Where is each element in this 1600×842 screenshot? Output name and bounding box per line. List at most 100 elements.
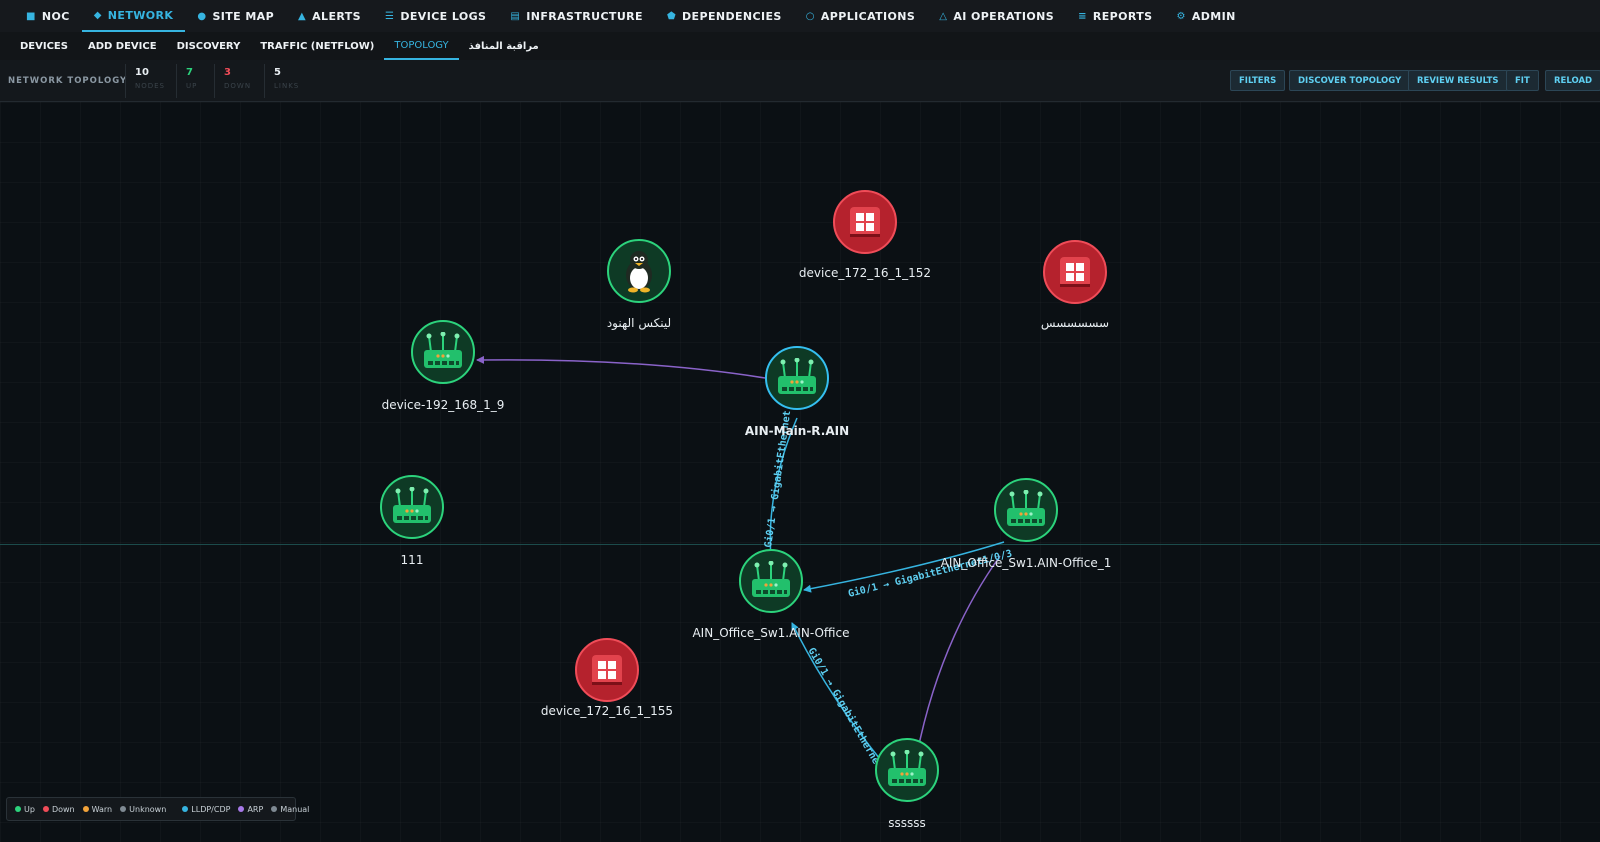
nav-site-map[interactable]: ● SITE MAP bbox=[185, 0, 286, 32]
nav-site-map-label: SITE MAP bbox=[212, 9, 275, 23]
tab-discovery[interactable]: DISCOVERY bbox=[167, 32, 251, 60]
node-label-ain-office-sw1-office-1: AIN_Office_Sw1.AIN-Office_1 bbox=[940, 556, 1112, 570]
tab-traffic-netflow[interactable]: TRAFFIC (NETFLOW) bbox=[250, 32, 384, 60]
windows-server-icon bbox=[592, 655, 622, 685]
review-results-button[interactable]: REVIEW RESULTS bbox=[1408, 70, 1508, 91]
node-linux[interactable] bbox=[607, 239, 671, 303]
bars-icon: ≡ bbox=[1078, 10, 1087, 22]
legend-arp-label: ARP bbox=[247, 804, 264, 814]
legend-lldp-dot bbox=[182, 806, 189, 812]
nav-ai-operations-label: AI OPERATIONS bbox=[953, 9, 1055, 23]
stat-up: 7 UP bbox=[176, 64, 216, 98]
triangle-icon: △ bbox=[939, 10, 948, 22]
stat-links: 5 LINKS bbox=[264, 64, 308, 98]
gear-icon: ⚙ bbox=[1176, 10, 1186, 22]
node-label-ain-office-sw1-office: AIN_Office_Sw1.AIN-Office bbox=[692, 626, 850, 640]
node-device-192-168-1-9[interactable] bbox=[411, 320, 475, 384]
reload-button[interactable]: RELOAD bbox=[1545, 70, 1600, 91]
nav-dependencies[interactable]: ⬟ DEPENDENCIES bbox=[655, 0, 794, 32]
router-icon bbox=[778, 358, 816, 394]
tab-add-device[interactable]: ADD DEVICE bbox=[78, 32, 167, 60]
nav-device-logs-label: DEVICE LOGS bbox=[400, 9, 487, 23]
node-ain-office-sw1-office-1[interactable] bbox=[994, 478, 1058, 542]
windows-server-icon bbox=[850, 207, 880, 237]
node-label-linux: لينكس الهنود bbox=[606, 316, 672, 330]
warning-icon: ▲ bbox=[298, 10, 307, 22]
diamond-icon: ◆ bbox=[93, 9, 102, 21]
legend-down-label: Down bbox=[51, 804, 75, 814]
node-ain-office-sw1-office[interactable] bbox=[739, 549, 803, 613]
stat-down-value: 3 bbox=[224, 67, 231, 78]
nav-infrastructure[interactable]: ▤ INFRASTRUCTURE bbox=[498, 0, 655, 32]
link-main-r-to-device-192[interactable] bbox=[476, 355, 766, 379]
nav-alerts[interactable]: ▲ ALERTS bbox=[286, 0, 373, 32]
nav-dependencies-label: DEPENDENCIES bbox=[682, 9, 782, 23]
legend-manual: Manual bbox=[271, 805, 309, 814]
node-label-device-172-16-1-152: device_172_16_1_152 bbox=[798, 266, 932, 280]
nav-network[interactable]: ◆ NETWORK bbox=[81, 0, 186, 32]
tab-port-monitoring[interactable]: مراقبة المنافذ bbox=[459, 32, 549, 60]
legend-unknown-dot bbox=[120, 806, 127, 812]
legend-lldp: LLDP/CDP bbox=[182, 805, 230, 814]
nav-device-logs[interactable]: ☰ DEVICE LOGS bbox=[373, 0, 498, 32]
legend-warn-label: Warn bbox=[91, 804, 113, 814]
node-device-172-16-1-155[interactable] bbox=[575, 638, 639, 702]
nav-ai-operations[interactable]: △ AI OPERATIONS bbox=[927, 0, 1066, 32]
stat-links-label: LINKS bbox=[274, 82, 300, 90]
nav-infrastructure-label: INFRASTRUCTURE bbox=[526, 9, 643, 23]
legend-unknown-label: Unknown bbox=[129, 804, 167, 814]
node-111[interactable] bbox=[380, 475, 444, 539]
stat-nodes: 10 NODES bbox=[125, 64, 169, 98]
windows-server-icon bbox=[1060, 257, 1090, 287]
node-ssssss[interactable] bbox=[875, 738, 939, 802]
node-ssss-server[interactable] bbox=[1043, 240, 1107, 304]
legend-up: Up bbox=[15, 805, 35, 814]
nav-noc-label: NOC bbox=[41, 9, 70, 23]
nav-admin[interactable]: ⚙ ADMIN bbox=[1164, 0, 1247, 32]
tab-devices[interactable]: DEVICES bbox=[10, 32, 78, 60]
router-icon bbox=[424, 332, 462, 368]
nav-noc[interactable]: ■ NOC bbox=[14, 0, 82, 32]
fit-button[interactable]: FIT bbox=[1506, 70, 1539, 91]
legend-arp-dot bbox=[238, 806, 245, 812]
router-icon bbox=[752, 561, 790, 597]
linux-penguin-icon bbox=[626, 251, 652, 293]
legend-manual-label: Manual bbox=[280, 804, 310, 814]
stat-nodes-label: NODES bbox=[135, 82, 166, 90]
node-label-ssss-server: سسسسسس bbox=[1040, 316, 1110, 330]
circle-icon: ○ bbox=[805, 10, 815, 22]
legend-up-label: Up bbox=[24, 804, 35, 814]
legend-warn: Warn bbox=[82, 804, 113, 814]
router-icon bbox=[393, 487, 431, 523]
nav-network-label: NETWORK bbox=[107, 8, 174, 22]
sub-nav: DEVICES ADD DEVICE DISCOVERY TRAFFIC (NE… bbox=[0, 32, 1600, 60]
nav-applications[interactable]: ○ APPLICATIONS bbox=[794, 0, 928, 32]
nav-applications-label: APPLICATIONS bbox=[820, 9, 916, 23]
discover-topology-button[interactable]: DISCOVER TOPOLOGY bbox=[1289, 70, 1411, 91]
stat-down: 3 DOWN bbox=[214, 64, 258, 98]
toolbar-title: NETWORK TOPOLOGY bbox=[8, 76, 128, 86]
legend-lldp-label: LLDP/CDP bbox=[191, 804, 231, 814]
node-ain-main-r[interactable] bbox=[765, 346, 829, 410]
link-label-ssssss-office: Gi0/1 → GigabitEthernet1 bbox=[805, 646, 888, 777]
node-device-172-16-1-152[interactable] bbox=[833, 190, 897, 254]
topology-legend: Up Down Warn Unknown LLDP/CDP ARP Manual bbox=[6, 797, 309, 821]
topology-links: Gi0/1 → GigabitEthernet Gi0/1 → GigabitE… bbox=[476, 355, 1013, 777]
filters-button[interactable]: FILTERS bbox=[1230, 70, 1286, 91]
nav-admin-label: ADMIN bbox=[1191, 9, 1236, 23]
tab-topology[interactable]: TOPOLOGY bbox=[384, 32, 459, 60]
node-label-ain-main-r: AIN-Main-R.AIN bbox=[744, 424, 850, 438]
stat-down-label: DOWN bbox=[224, 82, 252, 90]
topology-canvas[interactable]: Gi0/1 → GigabitEthernet Gi0/1 → GigabitE… bbox=[0, 102, 1600, 842]
legend-arp: ARP bbox=[238, 805, 263, 814]
nav-reports[interactable]: ≡ REPORTS bbox=[1066, 0, 1164, 32]
legend-warn-dot bbox=[82, 806, 89, 812]
nav-reports-label: REPORTS bbox=[1092, 9, 1153, 23]
topology-toolbar: NETWORK TOPOLOGY 10 NODES 7 UP 3 DOWN 5 … bbox=[0, 60, 1600, 102]
stat-links-value: 5 bbox=[274, 67, 281, 78]
server-icon: ▤ bbox=[510, 10, 521, 22]
router-icon bbox=[1007, 490, 1045, 526]
link-office-1-to-ssssss[interactable] bbox=[914, 555, 1001, 755]
nav-alerts-label: ALERTS bbox=[312, 9, 361, 23]
legend-up-dot bbox=[15, 806, 21, 812]
